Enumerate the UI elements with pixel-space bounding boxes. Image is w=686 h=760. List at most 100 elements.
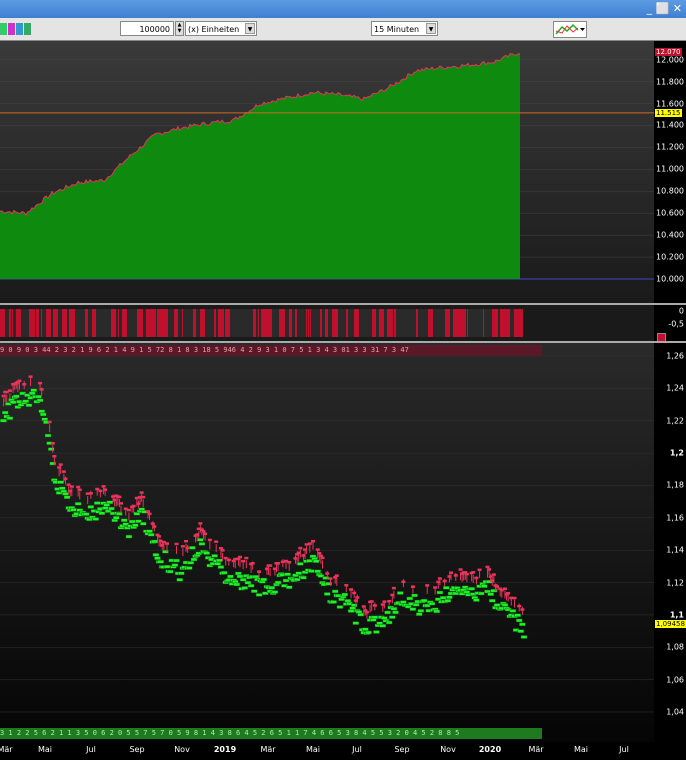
x-axis-label: Jul <box>86 745 96 754</box>
up-marker <box>174 542 179 546</box>
signal-bar <box>372 309 376 337</box>
signal-bar <box>308 309 309 337</box>
down-marker <box>433 609 440 614</box>
down-marker <box>473 598 480 602</box>
up-marker <box>157 535 162 538</box>
down-marker <box>400 600 407 604</box>
signal-bar <box>214 309 216 337</box>
down-marker <box>324 592 331 596</box>
down-marker <box>166 569 174 574</box>
signal-bar <box>157 309 163 337</box>
down-marker <box>28 391 36 396</box>
down-marker <box>151 539 158 544</box>
signal-bar <box>85 309 88 337</box>
signal-bar <box>320 309 322 337</box>
signal-bar <box>12 309 13 337</box>
down-marker <box>216 558 223 563</box>
down-marker <box>154 556 161 560</box>
x-axis-label: 2019 <box>213 745 237 754</box>
down-marker <box>140 521 147 526</box>
signal-bar <box>92 309 96 337</box>
equity-hline-badge: 11.515 <box>655 108 682 117</box>
up-marker <box>218 547 223 550</box>
down-marker <box>62 492 69 496</box>
equity-y-tick: 10.400 <box>656 230 684 240</box>
price-y-tick: 1,1 <box>669 610 684 620</box>
quantity-input[interactable]: 100000 <box>120 21 174 36</box>
down-marker <box>187 561 195 565</box>
down-marker <box>106 500 114 504</box>
up-marker <box>214 540 219 543</box>
down-marker <box>308 569 315 573</box>
signal-bar <box>306 309 307 337</box>
down-marker <box>163 564 171 569</box>
equity-y-tick: 11.000 <box>656 164 684 174</box>
down-marker <box>443 586 450 590</box>
price-y-tick: 1,04 <box>666 707 684 717</box>
down-marker <box>409 607 417 611</box>
up-marker <box>458 568 463 571</box>
signal-bar <box>225 309 230 337</box>
indicator-chart <box>0 309 523 337</box>
up-marker <box>47 420 52 424</box>
down-marker <box>487 592 494 596</box>
indicator-tick: -0,5 <box>668 319 684 329</box>
up-marker <box>61 470 66 473</box>
down-marker <box>74 502 82 506</box>
equity-y-tick: 10.800 <box>656 186 684 196</box>
up-marker <box>334 574 339 577</box>
up-marker <box>118 502 123 505</box>
unit-select[interactable]: (x) Einheiten ▼ <box>185 21 257 36</box>
down-marker <box>239 578 247 582</box>
down-marker <box>357 612 364 617</box>
down-marker <box>241 586 248 590</box>
up-marker <box>298 546 303 550</box>
down-marker <box>57 480 64 484</box>
signal-bar <box>258 309 259 337</box>
x-axis-label: Sep <box>394 745 410 754</box>
up-marker <box>320 556 325 560</box>
down-marker <box>30 388 37 392</box>
down-marker <box>92 517 99 521</box>
down-marker <box>0 418 7 423</box>
x-axis-label: Mai <box>37 745 53 754</box>
down-marker <box>233 582 241 587</box>
chart-type-button[interactable] <box>553 21 587 38</box>
x-axis-label: Jul <box>352 745 362 754</box>
down-marker <box>70 508 77 512</box>
signal-bar <box>428 309 433 337</box>
up-marker <box>207 538 212 542</box>
up-marker <box>126 508 131 512</box>
signal-bar <box>500 309 504 337</box>
down-marker <box>389 615 396 619</box>
down-marker <box>436 590 444 595</box>
down-marker <box>428 601 436 606</box>
down-marker <box>411 593 418 598</box>
interval-select[interactable]: 15 Minuten ▼ <box>371 21 438 36</box>
down-marker <box>147 532 155 537</box>
interval-label: 15 Minuten <box>374 25 420 34</box>
signal-bar <box>354 309 355 337</box>
down-marker <box>274 580 282 585</box>
down-marker <box>247 583 255 588</box>
window-controls[interactable]: _ ⬜ ✕ <box>647 2 682 15</box>
x-axis-label: Mär <box>0 745 13 754</box>
down-marker <box>171 563 179 567</box>
quantity-spinner[interactable]: ▲ ▼ <box>175 21 184 36</box>
last-price-badge: 1,09458 <box>655 619 686 628</box>
down-marker <box>390 607 398 611</box>
signal-bar <box>492 309 498 337</box>
color-swatches[interactable] <box>0 23 36 35</box>
down-marker <box>93 501 101 505</box>
down-marker <box>379 624 386 628</box>
up-marker <box>50 441 55 445</box>
signal-bar <box>9 309 11 337</box>
down-marker <box>314 569 321 574</box>
up-marker <box>237 555 242 559</box>
up-marker <box>268 564 273 567</box>
up-marker <box>471 571 476 574</box>
equity-y-tick: 11.600 <box>656 99 684 109</box>
down-marker <box>352 621 360 625</box>
up-marker <box>244 556 249 560</box>
signal-bar <box>29 309 35 337</box>
